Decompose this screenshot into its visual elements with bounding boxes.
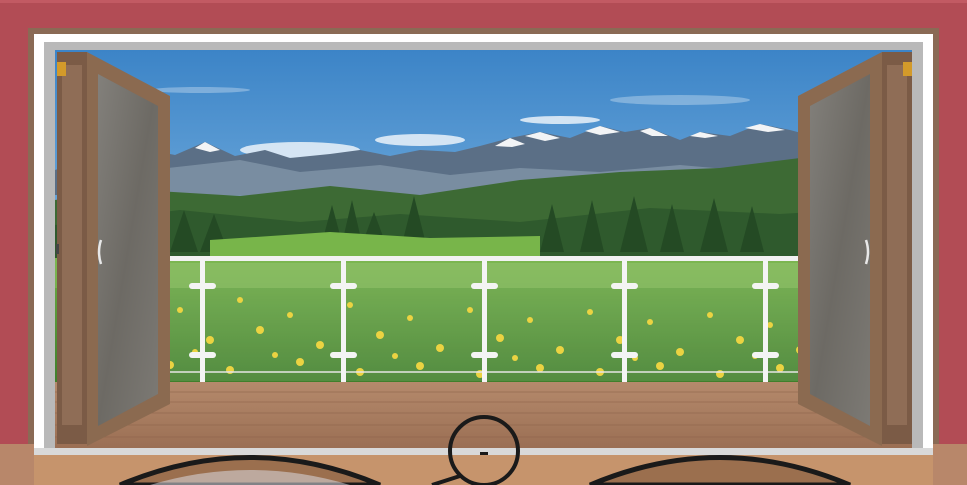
game-scene: [0, 0, 967, 485]
right-door[interactable]: [798, 52, 912, 446]
scene-svg: [0, 0, 967, 485]
rail-post: [622, 260, 627, 382]
left-door[interactable]: [56, 52, 170, 446]
landscape-view: [55, 50, 912, 450]
door-latch-icon: [57, 62, 66, 76]
glass-railing: [80, 256, 890, 382]
door-latch-icon: [903, 62, 912, 76]
rail-post: [341, 260, 346, 382]
rail-post: [200, 260, 205, 382]
rail-post: [763, 260, 768, 382]
rail-post: [482, 260, 487, 382]
